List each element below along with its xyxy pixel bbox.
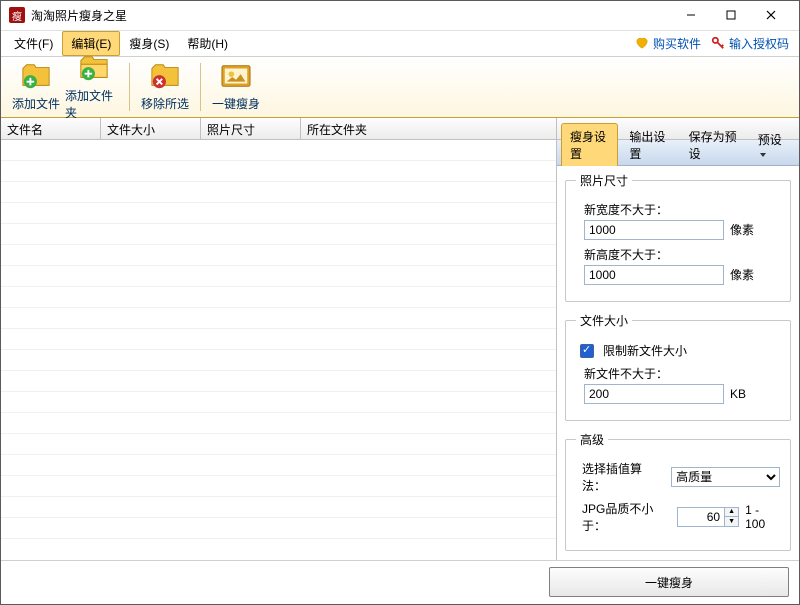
folder-plus-green-icon	[21, 61, 51, 91]
license-link[interactable]: 输入授权码	[711, 35, 789, 52]
table-row	[1, 203, 556, 224]
group-photo-size-legend: 照片尺寸	[576, 172, 632, 189]
heart-icon	[635, 36, 649, 50]
table-row	[1, 413, 556, 434]
tab-slim-settings[interactable]: 瘦身设置	[561, 123, 618, 166]
unit-pixel: 像素	[730, 221, 754, 238]
group-advanced: 高级 选择插值算法： 高质量 JPG品质不小于： ▲ ▼	[565, 431, 791, 551]
table-header: 文件名 文件大小 照片尺寸 所在文件夹	[1, 118, 556, 140]
one-key-label: 一键瘦身	[212, 95, 260, 112]
one-key-button[interactable]: 一键瘦身	[207, 59, 265, 115]
algo-label: 选择插值算法：	[582, 460, 665, 494]
tab-output-settings[interactable]: 输出设置	[620, 123, 677, 166]
table-row	[1, 392, 556, 413]
group-photo-size: 照片尺寸 新宽度不大于： 像素 新高度不大于： 像素	[565, 172, 791, 302]
bottom-bar: 一键瘦身	[1, 561, 799, 605]
menu-file[interactable]: 文件(F)	[5, 31, 62, 56]
add-file-button[interactable]: 添加文件	[7, 59, 65, 115]
add-folder-button[interactable]: 添加文件夹	[65, 59, 123, 115]
table-row	[1, 266, 556, 287]
folder-plus-green-icon	[79, 53, 109, 83]
menu-help[interactable]: 帮助(H)	[178, 31, 237, 56]
settings-panel: 设置 瘦身设置 输出设置 保存为预设 预设 照片尺寸 新宽度不大于： 像素	[557, 118, 799, 560]
add-file-label: 添加文件	[12, 95, 60, 112]
jpg-quality-input[interactable]	[678, 508, 724, 526]
table-row	[1, 329, 556, 350]
maximize-button[interactable]	[711, 2, 751, 28]
col-filesize[interactable]: 文件大小	[101, 118, 201, 139]
col-folder[interactable]: 所在文件夹	[301, 118, 556, 139]
toolbar-separator	[129, 63, 130, 111]
new-width-label: 新宽度不大于：	[584, 201, 780, 218]
jpg-quality-spinner[interactable]: ▲ ▼	[677, 507, 739, 527]
settings-tabs: 瘦身设置 输出设置 保存为预设 预设	[557, 140, 799, 166]
titlebar: 瘦 淘淘照片瘦身之星	[1, 1, 799, 31]
spin-down-icon[interactable]: ▼	[725, 517, 738, 526]
limit-filesize-checkbox[interactable]	[580, 344, 594, 358]
toolbar-separator	[200, 63, 201, 111]
content-row: 文件名 文件大小 照片尺寸 所在文件夹	[1, 118, 799, 561]
max-filesize-label: 新文件不大于：	[584, 365, 780, 382]
table-row	[1, 350, 556, 371]
jpg-quality-label: JPG品质不小于：	[582, 500, 671, 534]
go-button[interactable]: 一键瘦身	[549, 567, 789, 597]
new-width-input[interactable]	[584, 220, 724, 240]
max-filesize-input[interactable]	[584, 384, 724, 404]
col-filename[interactable]: 文件名	[1, 118, 101, 139]
table-row	[1, 455, 556, 476]
table-row	[1, 434, 556, 455]
table-row	[1, 476, 556, 497]
table-row	[1, 245, 556, 266]
window-controls	[671, 2, 791, 28]
settings-body: 照片尺寸 新宽度不大于： 像素 新高度不大于： 像素	[557, 166, 799, 560]
key-icon	[711, 36, 725, 50]
menubar: 文件(F) 编辑(E) 瘦身(S) 帮助(H) 购买软件 输入授权码	[1, 31, 799, 57]
close-button[interactable]	[751, 2, 791, 28]
toolbar: 添加文件 添加文件夹 移除所选	[1, 57, 799, 118]
table-row	[1, 371, 556, 392]
jpg-quality-range: 1 - 100	[745, 503, 780, 531]
app-icon: 瘦	[9, 7, 25, 23]
group-advanced-legend: 高级	[576, 431, 608, 448]
table-row	[1, 308, 556, 329]
spin-up-icon[interactable]: ▲	[725, 508, 738, 518]
group-file-size-legend: 文件大小	[576, 312, 632, 329]
folder-remove-icon	[150, 61, 180, 91]
table-row	[1, 161, 556, 182]
new-height-label: 新高度不大于：	[584, 246, 780, 263]
app-window: 瘦 淘淘照片瘦身之星 文件(F) 编辑(E) 瘦身(S) 帮助(H) 购买软件	[0, 0, 800, 605]
remove-selected-label: 移除所选	[141, 95, 189, 112]
group-file-size: 文件大小 限制新文件大小 新文件不大于： KB	[565, 312, 791, 421]
photo-icon	[221, 61, 251, 91]
table-body[interactable]	[1, 140, 556, 560]
menu-slim[interactable]: 瘦身(S)	[120, 31, 178, 56]
table-row	[1, 182, 556, 203]
new-height-input[interactable]	[584, 265, 724, 285]
buy-link[interactable]: 购买软件	[635, 35, 701, 52]
table-row	[1, 518, 556, 539]
table-row	[1, 497, 556, 518]
tab-presets[interactable]: 预设	[749, 126, 793, 166]
tab-save-preset[interactable]: 保存为预设	[680, 123, 747, 166]
file-table: 文件名 文件大小 照片尺寸 所在文件夹	[1, 118, 557, 560]
minimize-button[interactable]	[671, 2, 711, 28]
col-photodim[interactable]: 照片尺寸	[201, 118, 301, 139]
remove-selected-button[interactable]: 移除所选	[136, 59, 194, 115]
algo-select[interactable]: 高质量	[671, 467, 780, 487]
window-title: 淘淘照片瘦身之星	[31, 7, 127, 24]
table-row	[1, 224, 556, 245]
limit-filesize-label: 限制新文件大小	[603, 342, 687, 359]
add-folder-label: 添加文件夹	[65, 87, 123, 121]
buy-link-label: 购买软件	[653, 35, 701, 52]
table-row	[1, 287, 556, 308]
unit-kb: KB	[730, 387, 746, 401]
license-link-label: 输入授权码	[729, 35, 789, 52]
table-row	[1, 140, 556, 161]
unit-pixel: 像素	[730, 266, 754, 283]
